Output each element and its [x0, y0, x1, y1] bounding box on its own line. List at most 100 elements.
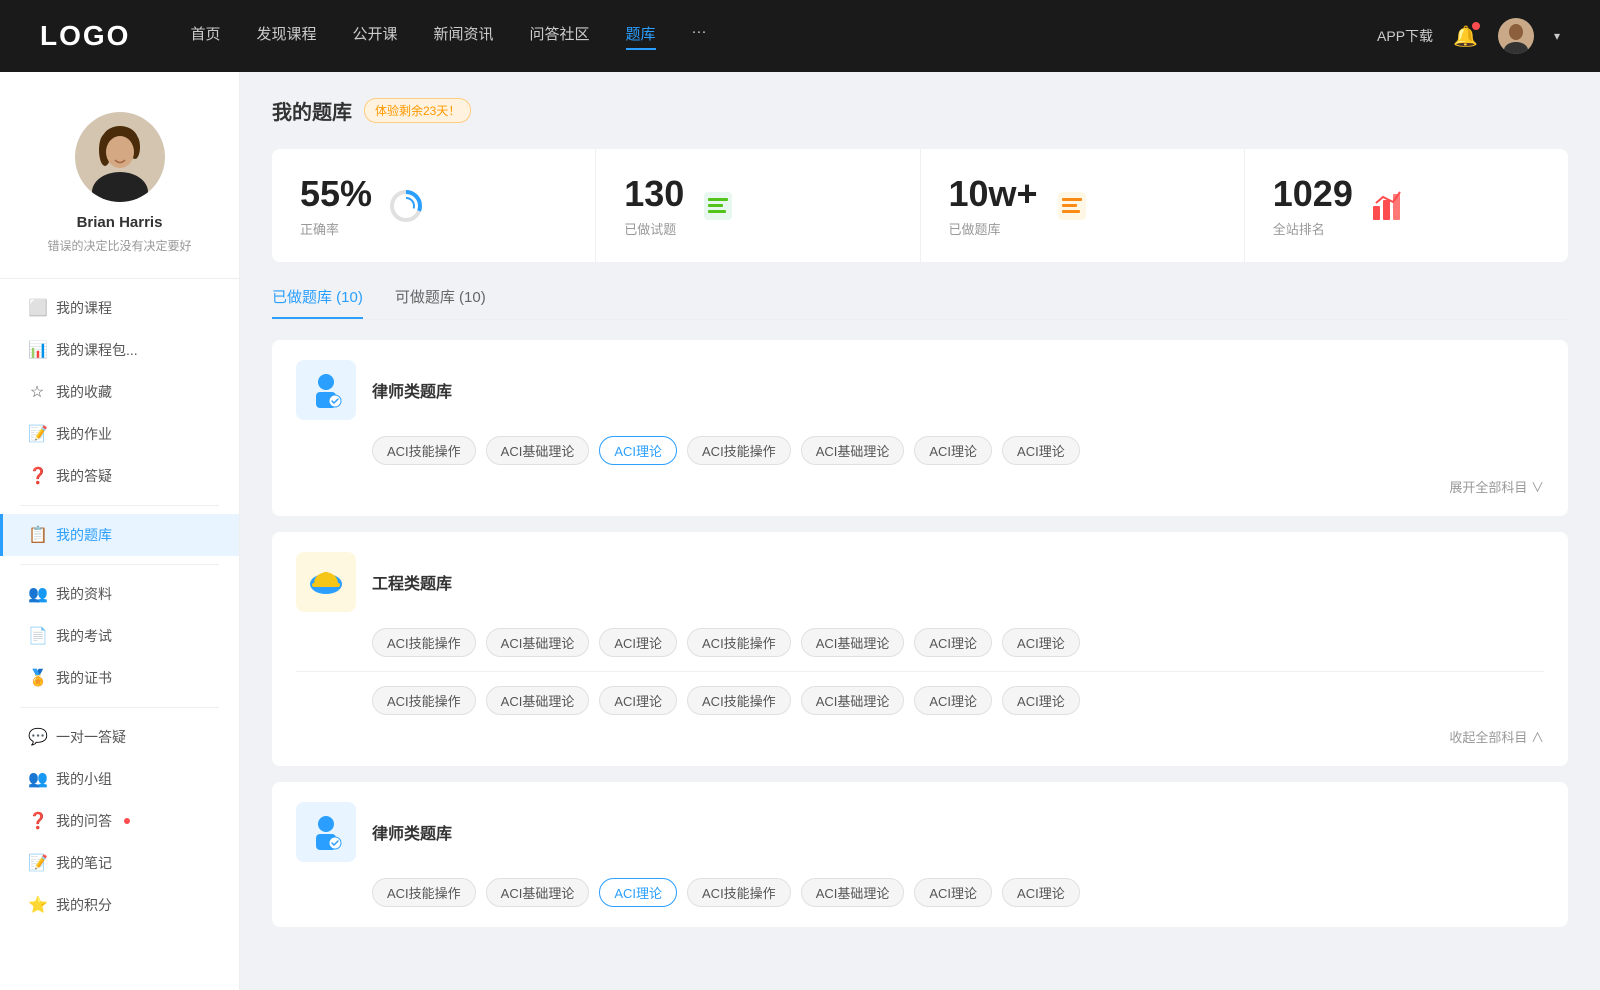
- tag-1r2-2[interactable]: ACI理论: [599, 686, 677, 715]
- sidebar-item-course[interactable]: ⬜ 我的课程: [0, 287, 239, 329]
- page-header: 我的题库 体验剩余23天！: [272, 96, 1568, 125]
- bank-card-header-0: 律师类题库: [296, 360, 1544, 420]
- page-layout: Brian Harris 错误的决定比没有决定要好 ⬜ 我的课程 📊 我的课程包…: [0, 72, 1600, 990]
- tag-2-0[interactable]: ACI技能操作: [372, 878, 476, 907]
- stat-done-label: 已做试题: [624, 219, 684, 238]
- bank-name-2: 律师类题库: [372, 820, 452, 844]
- nav-news[interactable]: 新闻资讯: [434, 23, 494, 50]
- sidebar-item-homework[interactable]: 📝 我的作业: [0, 413, 239, 455]
- tag-1r2-5[interactable]: ACI理论: [914, 686, 992, 715]
- sidebar-item-notes[interactable]: 📝 我的笔记: [0, 842, 239, 884]
- tag-1-1[interactable]: ACI基础理论: [486, 628, 590, 657]
- sidebar-motto: 错误的决定比没有决定要好: [47, 237, 191, 254]
- stat-done-questions: 130 已做试题: [596, 149, 920, 262]
- app-download[interactable]: APP下载: [1377, 26, 1433, 46]
- notification-bell[interactable]: 🔔: [1453, 24, 1478, 49]
- collapse-link-1[interactable]: 收起全部科目 ∧: [1449, 727, 1544, 746]
- divider: [20, 707, 219, 708]
- sidebar-item-group[interactable]: 👥 我的小组: [0, 758, 239, 800]
- tag-1-2[interactable]: ACI理论: [599, 628, 677, 657]
- sidebar: Brian Harris 错误的决定比没有决定要好 ⬜ 我的课程 📊 我的课程包…: [0, 72, 240, 990]
- accuracy-icon: [388, 188, 424, 224]
- tag-0-5[interactable]: ACI理论: [914, 436, 992, 465]
- sidebar-item-1on1[interactable]: 💬 一对一答疑: [0, 716, 239, 758]
- tag-2-3[interactable]: ACI技能操作: [687, 878, 791, 907]
- nav-items: 首页 发现课程 公开课 新闻资讯 问答社区 题库 ···: [190, 23, 1377, 50]
- notes-icon: 📝: [28, 853, 46, 873]
- nav-discover[interactable]: 发现课程: [256, 23, 316, 50]
- sidebar-item-label: 我的收藏: [56, 382, 112, 402]
- chevron-down-icon[interactable]: ▾: [1554, 29, 1560, 43]
- sidebar-item-questions[interactable]: ❓ 我的问答: [0, 800, 239, 842]
- tag-1-0[interactable]: ACI技能操作: [372, 628, 476, 657]
- stat-accuracy-content: 55% 正确率: [300, 173, 372, 238]
- tag-0-2[interactable]: ACI理论: [599, 436, 677, 465]
- tag-1-5[interactable]: ACI理论: [914, 628, 992, 657]
- navigation: LOGO 首页 发现课程 公开课 新闻资讯 问答社区 题库 ··· APP下载 …: [0, 0, 1600, 72]
- certificate-icon: 🏅: [28, 668, 46, 688]
- divider: [20, 505, 219, 506]
- tag-2-6[interactable]: ACI理论: [1002, 878, 1080, 907]
- tag-1r2-0[interactable]: ACI技能操作: [372, 686, 476, 715]
- qa-icon: ❓: [28, 466, 46, 486]
- nav-bank[interactable]: 题库: [626, 23, 656, 50]
- sidebar-item-label: 我的题库: [56, 525, 112, 545]
- tag-2-2[interactable]: ACI理论: [599, 878, 677, 907]
- homework-icon: 📝: [28, 424, 46, 444]
- sidebar-item-certificate[interactable]: 🏅 我的证书: [0, 657, 239, 699]
- nav-more[interactable]: ···: [692, 23, 707, 50]
- sidebar-item-favorites[interactable]: ☆ 我的收藏: [0, 371, 239, 413]
- avatar: [75, 112, 165, 202]
- sidebar-item-profile[interactable]: 👥 我的资料: [0, 573, 239, 615]
- tag-1-6[interactable]: ACI理论: [1002, 628, 1080, 657]
- bank-icon-engineer: [296, 552, 356, 612]
- sidebar-profile: Brian Harris 错误的决定比没有决定要好: [0, 96, 239, 279]
- sidebar-item-label: 我的答疑: [56, 466, 112, 486]
- sidebar-item-label: 我的证书: [56, 668, 112, 688]
- nav-open-course[interactable]: 公开课: [352, 23, 397, 50]
- tag-1-4[interactable]: ACI基础理论: [801, 628, 905, 657]
- nav-qa[interactable]: 问答社区: [530, 23, 590, 50]
- stats-row: 55% 正确率 130 已做试题: [272, 149, 1568, 262]
- stat-rank-content: 1029 全站排名: [1273, 173, 1353, 238]
- tab-available[interactable]: 可做题库 (10): [395, 286, 486, 319]
- unread-dot: [124, 818, 130, 824]
- tag-2-5[interactable]: ACI理论: [914, 878, 992, 907]
- tag-1-3[interactable]: ACI技能操作: [687, 628, 791, 657]
- sidebar-item-label: 我的考试: [56, 626, 112, 646]
- bank-tags-2: ACI技能操作 ACI基础理论 ACI理论 ACI技能操作 ACI基础理论 AC…: [296, 878, 1544, 907]
- logo: LOGO: [40, 20, 130, 52]
- bank-card-header-2: 律师类题库: [296, 802, 1544, 862]
- course-icon: ⬜: [28, 298, 46, 318]
- tag-1r2-4[interactable]: ACI基础理论: [801, 686, 905, 715]
- stat-accuracy: 55% 正确率: [272, 149, 596, 262]
- tag-1r2-6[interactable]: ACI理论: [1002, 686, 1080, 715]
- sidebar-item-label: 我的积分: [56, 895, 112, 915]
- tag-1r2-1[interactable]: ACI基础理论: [486, 686, 590, 715]
- sidebar-item-package[interactable]: 📊 我的课程包...: [0, 329, 239, 371]
- sidebar-item-label: 一对一答疑: [56, 727, 126, 747]
- sidebar-item-bank[interactable]: 📋 我的题库: [0, 514, 239, 556]
- bank-card-1: 工程类题库 ACI技能操作 ACI基础理论 ACI理论 ACI技能操作 ACI基…: [272, 532, 1568, 766]
- questions-icon: [700, 188, 736, 224]
- tag-0-0[interactable]: ACI技能操作: [372, 436, 476, 465]
- nav-right: APP下载 🔔 ▾: [1377, 18, 1560, 54]
- tag-2-1[interactable]: ACI基础理论: [486, 878, 590, 907]
- tag-0-3[interactable]: ACI技能操作: [687, 436, 791, 465]
- tag-0-1[interactable]: ACI基础理论: [486, 436, 590, 465]
- nav-home[interactable]: 首页: [190, 23, 220, 50]
- bank-name-0: 律师类题库: [372, 378, 452, 402]
- sidebar-item-label: 我的课程包...: [56, 340, 138, 360]
- expand-link-0[interactable]: 展开全部科目 ∨: [1449, 477, 1544, 496]
- sidebar-item-points[interactable]: ⭐ 我的积分: [0, 884, 239, 926]
- sidebar-item-exam[interactable]: 📄 我的考试: [0, 615, 239, 657]
- tag-0-4[interactable]: ACI基础理论: [801, 436, 905, 465]
- tag-2-4[interactable]: ACI基础理论: [801, 878, 905, 907]
- user-avatar[interactable]: [1498, 18, 1534, 54]
- tag-0-6[interactable]: ACI理论: [1002, 436, 1080, 465]
- stat-rank: 1029 全站排名: [1245, 149, 1568, 262]
- tab-done[interactable]: 已做题库 (10): [272, 286, 363, 319]
- tag-1r2-3[interactable]: ACI技能操作: [687, 686, 791, 715]
- question-icon: ❓: [28, 811, 46, 831]
- sidebar-item-qa-answer[interactable]: ❓ 我的答疑: [0, 455, 239, 497]
